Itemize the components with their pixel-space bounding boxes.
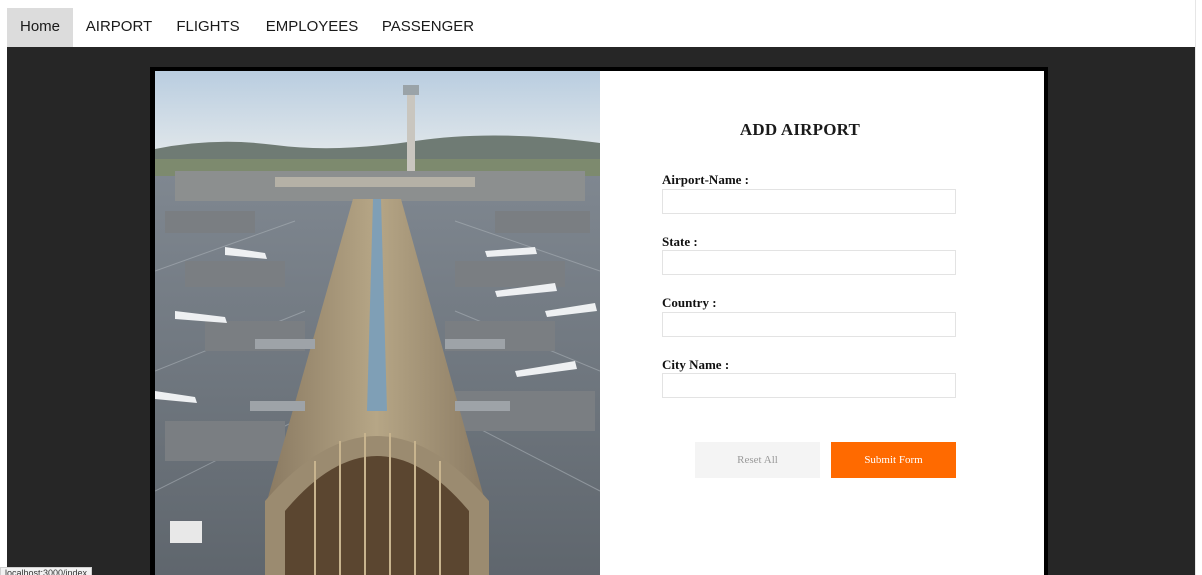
reset-all-button[interactable]: Reset All xyxy=(695,442,820,478)
airport-name-input[interactable] xyxy=(662,189,956,214)
nav-airport[interactable]: AIRPORT xyxy=(80,8,158,47)
nav-passenger[interactable]: PASSENGER xyxy=(376,8,480,47)
submit-form-button[interactable]: Submit Form xyxy=(831,442,956,478)
nav-home[interactable]: Home xyxy=(7,8,73,47)
top-navigation: Home AIRPORT FLIGHTS EMPLOYEES PASSENGER xyxy=(0,0,1202,47)
scrollbar-track[interactable] xyxy=(1195,0,1202,575)
nav-employees[interactable]: EMPLOYEES xyxy=(258,8,366,47)
city-name-label: City Name : xyxy=(662,357,730,372)
status-bar-url: localhost:3000/index xyxy=(0,567,93,575)
city-name-input[interactable] xyxy=(662,373,956,398)
form-title: ADD AIRPORT xyxy=(739,120,861,139)
state-label: State : xyxy=(662,234,698,249)
country-input[interactable] xyxy=(662,312,956,337)
airport-terminal-image xyxy=(155,71,600,575)
state-input[interactable] xyxy=(662,250,956,275)
country-label: Country : xyxy=(662,295,717,310)
airport-name-label: Airport-Name : xyxy=(662,172,749,187)
nav-flights[interactable]: FLIGHTS xyxy=(170,8,246,47)
